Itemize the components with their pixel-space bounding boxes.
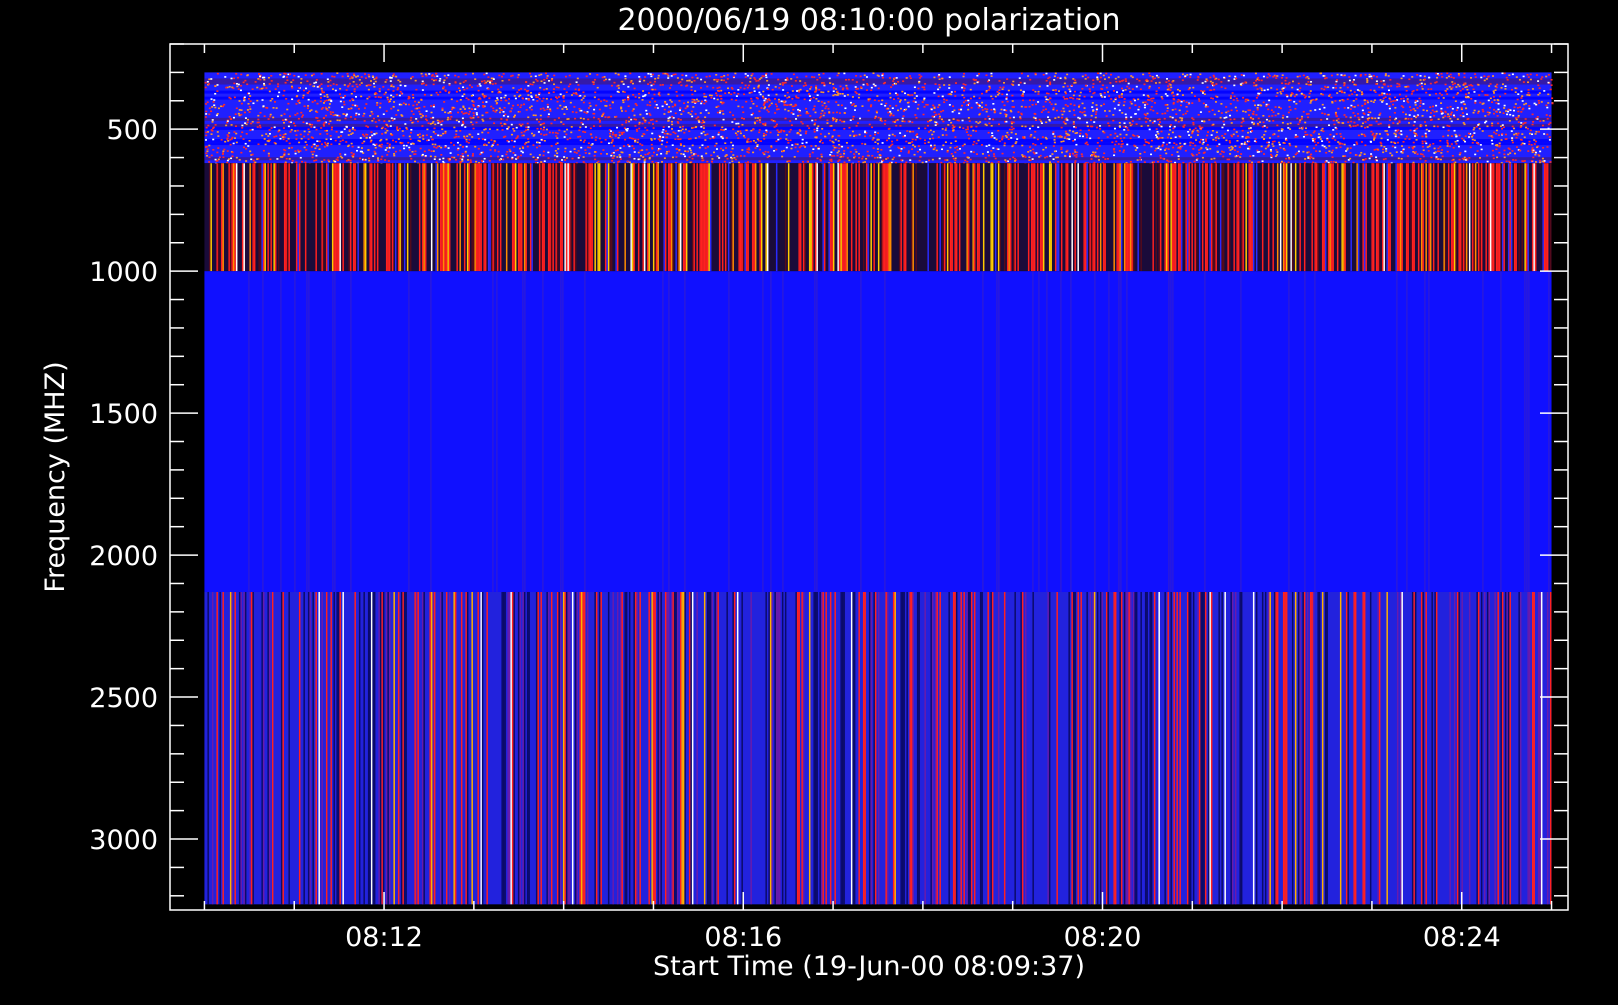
y-tick-label: 2000 xyxy=(89,541,158,572)
chart-title: 2000/06/19 08:10:00 polarization xyxy=(617,3,1120,38)
x-tick-label: 08:24 xyxy=(1423,922,1501,953)
x-tick-label: 08:16 xyxy=(704,922,782,953)
chart-svg: 08:12 08:16 08:20 08:24 500 1000 1500 2000 2500 3… xyxy=(0,0,1618,1000)
spectrogram-chart: 08:12 08:16 08:20 08:24 500 1000 1500 2000 2500 3… xyxy=(0,0,1618,1000)
y-tick-label: 500 xyxy=(106,115,158,146)
spectrogram-band xyxy=(204,271,1551,592)
y-tick-label: 2500 xyxy=(89,683,158,714)
x-tick-label: 08:20 xyxy=(1064,922,1142,953)
spectrogram-band xyxy=(204,592,1551,904)
y-tick-label: 1500 xyxy=(89,399,158,430)
y-axis-title: Frequency (MHZ) xyxy=(40,361,71,592)
spectrogram-image xyxy=(204,72,1553,904)
spectrogram-band xyxy=(204,163,1551,271)
x-tick-label: 08:12 xyxy=(345,922,423,953)
spectrogram-band xyxy=(204,72,1553,164)
y-tick-label: 3000 xyxy=(89,825,158,856)
x-axis-title: Start Time (19-Jun-00 08:09:37) xyxy=(653,951,1085,982)
y-tick-label: 1000 xyxy=(89,257,158,288)
